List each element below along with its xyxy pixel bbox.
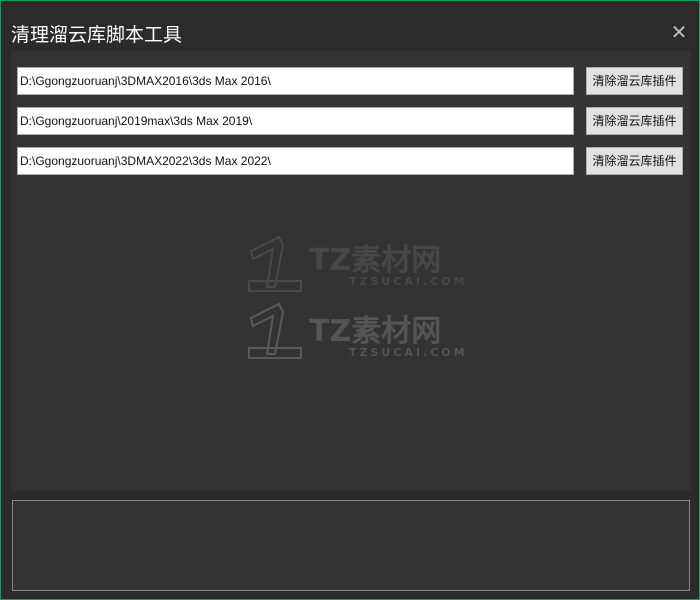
clear-plugin-button[interactable]: 清除溜云库插件 <box>586 147 683 175</box>
path-input[interactable]: D:\Ggongzuoruanj\2019max\3ds Max 2019\ <box>17 107 574 135</box>
clear-plugin-button[interactable]: 清除溜云库插件 <box>586 107 683 135</box>
watermark-brand: TZ素材网 <box>309 314 442 349</box>
watermark-site: TZSUCAI.COM <box>349 275 468 288</box>
close-icon[interactable]: ✕ <box>668 21 690 43</box>
watermark-site: TZSUCAI.COM <box>349 346 468 359</box>
watermark-glyph-icon <box>248 302 302 359</box>
path-input[interactable]: D:\Ggongzuoruanj\3DMAX2016\3ds Max 2016\ <box>17 67 574 95</box>
watermark-glyph-icon <box>248 235 302 292</box>
clear-plugin-button[interactable]: 清除溜云库插件 <box>586 67 683 95</box>
app-window: 清理溜云库脚本工具 ✕ D:\Ggongzuoruanj\3DMAX2016\3… <box>0 0 700 600</box>
window-title: 清理溜云库脚本工具 <box>11 24 183 46</box>
watermark-brand: TZ素材网 <box>309 243 442 278</box>
log-output-area[interactable] <box>12 500 690 591</box>
path-input[interactable]: D:\Ggongzuoruanj\3DMAX2022\3ds Max 2022\ <box>17 147 574 175</box>
